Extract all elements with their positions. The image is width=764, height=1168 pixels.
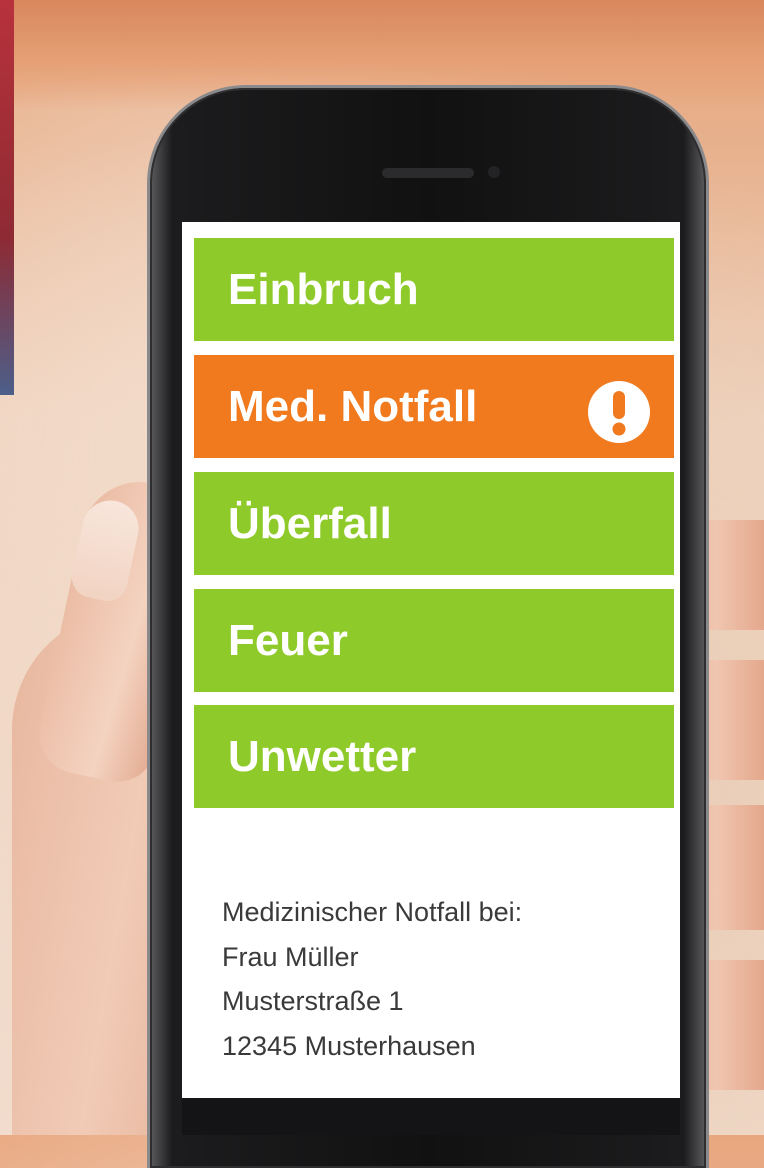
alert-street: Musterstraße 1 <box>222 986 404 1016</box>
alert-heading: Medizinischer Notfall bei: <box>222 897 523 927</box>
phone-bottom-bezel <box>182 1098 680 1135</box>
emergency-button-unwetter[interactable]: Unwetter <box>194 705 674 808</box>
emergency-button-label: Unwetter <box>228 731 417 781</box>
emergency-button-label: Überfall <box>228 498 392 548</box>
emergency-button-ueberfall[interactable]: Überfall <box>194 472 674 575</box>
phone-camera <box>488 166 500 178</box>
alert-city: 12345 Musterhausen <box>222 1030 476 1061</box>
emergency-button-label: Feuer <box>228 615 348 665</box>
phone-speaker <box>382 168 474 178</box>
background-picture-edge <box>0 0 14 395</box>
exclamation-circle-icon <box>588 381 650 443</box>
emergency-button-label: Einbruch <box>228 264 419 314</box>
emergency-button-einbruch[interactable]: Einbruch <box>194 238 674 341</box>
emergency-button-label: Med. Notfall <box>228 381 478 431</box>
alert-person-name: Frau Müller <box>222 941 359 972</box>
emergency-button-feuer[interactable]: Feuer <box>194 589 674 692</box>
alert-details: Medizinischer Notfall bei: Frau Müller M… <box>222 890 662 1068</box>
